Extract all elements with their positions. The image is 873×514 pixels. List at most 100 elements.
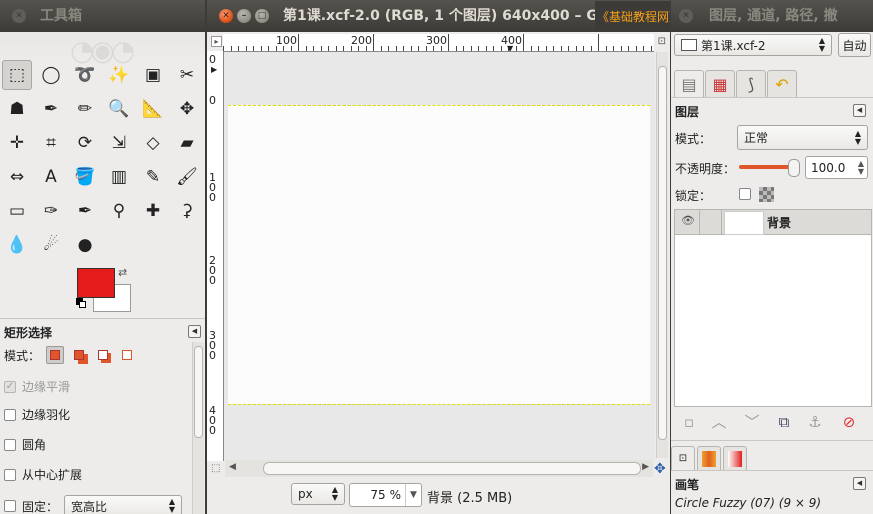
anchor-layer-icon[interactable]: ⚓ (805, 412, 825, 432)
configure-tab-icon[interactable]: ◀ (188, 325, 201, 338)
rounded-checkbox[interactable] (4, 438, 16, 451)
bucket-fill-icon[interactable]: 🪣 (70, 162, 100, 192)
mode-intersect-button[interactable] (118, 346, 136, 364)
tab-gradients[interactable] (723, 446, 747, 470)
image-menu-button[interactable]: ▸ (211, 36, 222, 47)
expand-center-row[interactable]: 从中心扩展 (4, 466, 82, 483)
quick-mask-icon[interactable]: ⬚ (211, 463, 220, 474)
delete-layer-icon[interactable]: ⊘ (839, 412, 859, 432)
new-layer-icon[interactable]: ▫ (679, 412, 699, 432)
tab-channels[interactable]: ▦ (705, 70, 735, 98)
foreground-color-swatch[interactable] (77, 268, 115, 298)
tab-layers[interactable]: ▤ (674, 70, 704, 98)
scissors-icon[interactable]: ✂ (172, 60, 202, 90)
foreground-select-icon[interactable]: ☗ (2, 94, 32, 124)
blur-icon[interactable]: 💧 (2, 230, 32, 260)
image-select[interactable]: 第1课.xcf-2 ▲ ▼ (674, 34, 832, 56)
image-canvas[interactable] (228, 105, 650, 405)
expand-center-checkbox[interactable] (4, 468, 16, 481)
raise-layer-icon[interactable]: ︿ (709, 412, 729, 432)
options-scrollbar[interactable] (192, 342, 204, 514)
vertical-scrollbar-thumb[interactable] (658, 66, 667, 440)
close-icon[interactable]: ✕ (219, 9, 233, 23)
airbrush-icon[interactable]: ✑ (36, 196, 66, 226)
tab-undo[interactable]: ↶ (767, 70, 797, 98)
scroll-right-icon[interactable]: ▶ (642, 462, 649, 472)
move-icon[interactable]: ✥ (172, 94, 202, 124)
maximize-icon[interactable]: □ (255, 9, 269, 23)
rect-select-icon[interactable]: ⬚ (2, 60, 32, 90)
auto-button[interactable]: 自动 (838, 33, 871, 57)
horizontal-scrollbar-thumb[interactable] (263, 462, 641, 475)
layer-list[interactable]: 👁 背景 (674, 209, 872, 407)
layer-mode-select[interactable]: 正常 ▲ ▼ (737, 125, 868, 150)
eraser-icon[interactable]: ▭ (2, 196, 32, 226)
perspective-clone-icon[interactable]: ⚳ (172, 196, 202, 226)
options-scrollbar-thumb[interactable] (194, 346, 203, 438)
shear-icon[interactable]: ◇ (138, 128, 168, 158)
fixed-select[interactable]: 宽高比 ▲ ▼ (64, 495, 183, 514)
vertical-scrollbar[interactable] (656, 52, 668, 458)
layer-row[interactable]: 👁 背景 (675, 210, 871, 235)
measure-icon[interactable]: 📐 (138, 94, 168, 124)
duplicate-layer-icon[interactable]: ⧉ (774, 412, 794, 432)
configure-tab-icon[interactable]: ◀ (853, 104, 866, 117)
default-colors-icon[interactable] (76, 298, 86, 308)
tab-brushes[interactable]: ⊡ (671, 446, 695, 470)
canvas-area[interactable] (224, 52, 655, 460)
rotate-icon[interactable]: ⟳ (70, 128, 100, 158)
rounded-row[interactable]: 圆角 (4, 436, 46, 453)
scroll-left-icon[interactable]: ◀ (229, 462, 236, 472)
configure-tab-icon[interactable]: ◀ (853, 477, 866, 490)
feather-row[interactable]: 边缘羽化 (4, 406, 70, 423)
heal-icon[interactable]: ✚ (138, 196, 168, 226)
zoom-dropdown-icon[interactable]: ▼ (405, 484, 421, 506)
zoom-icon[interactable]: 🔍 (104, 94, 134, 124)
feather-checkbox[interactable] (4, 408, 16, 421)
lock-pixels-checkbox[interactable] (739, 188, 751, 200)
antialias-checkbox[interactable]: ✓ (4, 380, 16, 393)
fixed-checkbox[interactable] (4, 500, 16, 512)
tab-patterns[interactable] (697, 446, 721, 470)
mode-replace-button[interactable] (46, 346, 65, 364)
navigate-icon[interactable]: ✥ (654, 461, 666, 477)
ink-icon[interactable]: ✒ (70, 196, 100, 226)
horizontal-scrollbar[interactable]: ◀ ▶ (225, 460, 653, 477)
opacity-slider[interactable] (739, 165, 795, 169)
lower-layer-icon[interactable]: ﹀ (742, 412, 762, 432)
paintbrush-icon[interactable]: 🖌 (172, 162, 202, 192)
ellipse-select-icon[interactable]: ◯ (36, 60, 66, 90)
opacity-spinbox[interactable]: 100.0 ▲ ▼ (805, 156, 868, 179)
clone-icon[interactable]: ⚲ (104, 196, 134, 226)
crop-icon[interactable]: ⌗ (36, 128, 66, 158)
smudge-icon[interactable]: ☄ (36, 230, 66, 260)
fuzzy-select-icon[interactable]: ✨ (104, 60, 134, 90)
color-picker-icon[interactable]: ✏ (70, 94, 100, 124)
spin-arrows-icon[interactable]: ▲ ▼ (858, 159, 867, 176)
antialias-row[interactable]: ✓ 边缘平滑 (4, 378, 70, 395)
align-icon[interactable]: ✛ (2, 128, 32, 158)
close-icon[interactable]: ✕ (12, 9, 26, 23)
text-icon[interactable]: A (36, 162, 66, 192)
pencil-icon[interactable]: ✎ (138, 162, 168, 192)
lasso-icon[interactable]: ➰ (70, 60, 100, 90)
dodge-burn-icon[interactable]: ● (70, 230, 100, 260)
close-icon[interactable]: ✕ (679, 9, 693, 23)
blend-icon[interactable]: ▥ (104, 162, 134, 192)
mode-add-button[interactable] (70, 346, 88, 364)
paths-icon[interactable]: ✒ (36, 94, 66, 124)
minimize-icon[interactable]: – (237, 9, 251, 23)
mode-subtract-button[interactable] (94, 346, 112, 364)
flip-icon[interactable]: ⇔ (2, 162, 32, 192)
swap-colors-icon[interactable]: ⇄ (118, 266, 127, 279)
lock-alpha-icon[interactable] (759, 187, 774, 202)
zoom-fit-icon[interactable]: ⊡ (658, 36, 666, 47)
tab-paths[interactable]: ⟆ (736, 70, 766, 98)
eye-icon[interactable]: 👁 (681, 214, 695, 227)
color-select-icon[interactable]: ▣ (138, 60, 168, 90)
unit-select[interactable]: px ▲ ▼ (291, 483, 345, 505)
scale-icon[interactable]: ⇲ (104, 128, 134, 158)
zoom-field[interactable]: 75 % ▼ (349, 483, 422, 507)
opacity-slider-handle[interactable] (788, 159, 800, 177)
perspective-icon[interactable]: ▰ (172, 128, 202, 158)
